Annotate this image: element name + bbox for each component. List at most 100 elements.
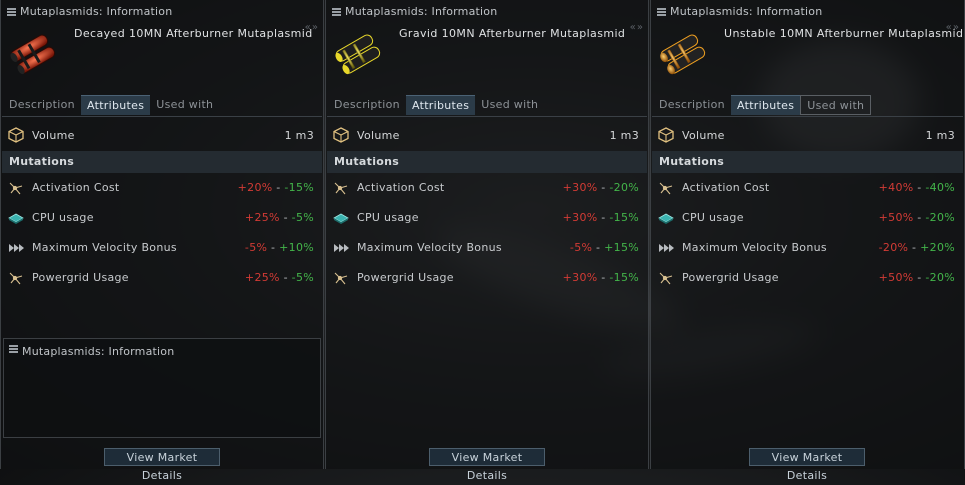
tab-bar: Description Attributes Used with bbox=[3, 95, 219, 115]
attribute-label: Activation Cost bbox=[32, 181, 120, 194]
volume-label: Volume bbox=[682, 129, 725, 142]
attribute-row: CPU usage +30% - -15% bbox=[327, 203, 647, 233]
velocity-icon bbox=[9, 244, 24, 252]
attribute-range: +25% - -5% bbox=[244, 211, 314, 224]
attribute-label: Powergrid Usage bbox=[357, 271, 454, 284]
mutaplasmid-icon bbox=[10, 34, 56, 75]
tab-attributes[interactable]: Attributes bbox=[405, 95, 476, 115]
attribute-row: Maximum Velocity Bonus -5% - +10% bbox=[2, 233, 322, 263]
attributes-list: Volume 1 m3 Mutations Activation Cost +3… bbox=[327, 116, 647, 293]
attribute-range: -5% - +15% bbox=[569, 241, 639, 254]
velocity-icon bbox=[659, 244, 674, 252]
volume-row: Volume 1 m3 bbox=[2, 117, 322, 151]
attribute-row: Powergrid Usage +25% - -5% bbox=[2, 263, 322, 293]
powergrid-icon bbox=[334, 272, 348, 285]
window-menu-icon[interactable] bbox=[657, 8, 666, 16]
attribute-range: -20% - +20% bbox=[878, 241, 955, 254]
tab-attributes[interactable]: Attributes bbox=[730, 95, 801, 115]
volume-value: 1 m3 bbox=[609, 129, 639, 142]
mutations-header: Mutations bbox=[652, 151, 963, 173]
attribute-range: +30% - -20% bbox=[562, 181, 639, 194]
window-menu-icon[interactable] bbox=[332, 8, 341, 16]
volume-icon bbox=[8, 127, 24, 143]
tab-bar: Description Attributes Used with bbox=[653, 95, 872, 115]
attribute-label: Maximum Velocity Bonus bbox=[682, 241, 827, 254]
volume-row: Volume 1 m3 bbox=[327, 117, 647, 151]
powergrid-icon bbox=[659, 272, 673, 285]
tab-used-with[interactable]: Used with bbox=[800, 95, 872, 115]
tab-used-with[interactable]: Used with bbox=[150, 95, 219, 115]
window-title: Mutaplasmids: Information bbox=[345, 5, 498, 18]
view-market-details-button[interactable]: View Market Details bbox=[749, 448, 865, 482]
tab-bar: Description Attributes Used with bbox=[328, 95, 544, 115]
attribute-row: CPU usage +25% - -5% bbox=[2, 203, 322, 233]
attribute-range: +25% - -5% bbox=[244, 271, 314, 284]
mutaplasmid-icon bbox=[660, 34, 706, 75]
mutations-header: Mutations bbox=[2, 151, 322, 173]
window-titlebar[interactable]: Mutaplasmids: Information bbox=[651, 4, 964, 20]
view-market-details-button[interactable]: View Market Details bbox=[104, 448, 220, 482]
window-title: Mutaplasmids: Information bbox=[20, 5, 173, 18]
attribute-row: Maximum Velocity Bonus -20% - +20% bbox=[652, 233, 963, 263]
activation-cost-icon bbox=[9, 182, 23, 195]
mutations-header: Mutations bbox=[327, 151, 647, 173]
item-name: Gravid 10MN Afterburner Mutaplasmid bbox=[399, 27, 626, 40]
activation-cost-icon bbox=[659, 182, 673, 195]
attributes-list: Volume 1 m3 Mutations Activation Cost +2… bbox=[2, 116, 322, 293]
volume-icon bbox=[333, 127, 349, 143]
tab-description[interactable]: Description bbox=[3, 95, 81, 115]
attributes-list: Volume 1 m3 Mutations Activation Cost +4… bbox=[652, 116, 963, 293]
tab-attributes[interactable]: Attributes bbox=[80, 95, 151, 115]
attribute-row: Activation Cost +20% - -15% bbox=[2, 173, 322, 203]
window-menu-icon[interactable] bbox=[7, 8, 16, 16]
cpu-icon bbox=[658, 213, 674, 224]
attribute-range: +40% - -40% bbox=[878, 181, 955, 194]
volume-icon bbox=[658, 127, 674, 143]
window-menu-icon[interactable] bbox=[9, 345, 18, 353]
activation-cost-icon bbox=[334, 182, 348, 195]
volume-label: Volume bbox=[32, 129, 75, 142]
window-titlebar[interactable]: Mutaplasmids: Information bbox=[1, 4, 323, 20]
attribute-label: CPU usage bbox=[32, 211, 94, 224]
attribute-label: CPU usage bbox=[357, 211, 419, 224]
attribute-row: Maximum Velocity Bonus -5% - +15% bbox=[327, 233, 647, 263]
attribute-label: Maximum Velocity Bonus bbox=[32, 241, 177, 254]
mutaplasmid-icon bbox=[335, 34, 381, 75]
attribute-row: CPU usage +50% - -20% bbox=[652, 203, 963, 233]
attribute-range: +20% - -15% bbox=[237, 181, 314, 194]
velocity-icon bbox=[334, 244, 349, 252]
volume-row: Volume 1 m3 bbox=[652, 117, 963, 151]
view-market-details-button[interactable]: View Market Details bbox=[429, 448, 545, 482]
collapse-icon[interactable]: « » bbox=[630, 22, 643, 33]
info-window-gravid: Mutaplasmids: Information « » Gravid 10M… bbox=[325, 0, 649, 482]
attribute-label: CPU usage bbox=[682, 211, 744, 224]
item-name: Decayed 10MN Afterburner Mutaplasmid bbox=[74, 27, 313, 40]
collapsed-info-window[interactable]: Mutaplasmids: Information bbox=[3, 338, 321, 438]
info-window-decayed: Mutaplasmids: Information « » Decayed 10… bbox=[0, 0, 324, 482]
attribute-range: +50% - -20% bbox=[878, 271, 955, 284]
attribute-range: +30% - -15% bbox=[562, 271, 639, 284]
attribute-label: Maximum Velocity Bonus bbox=[357, 241, 502, 254]
volume-label: Volume bbox=[357, 129, 400, 142]
attribute-range: +30% - -15% bbox=[562, 211, 639, 224]
attribute-row: Activation Cost +40% - -40% bbox=[652, 173, 963, 203]
tab-description[interactable]: Description bbox=[328, 95, 406, 115]
cpu-icon bbox=[333, 213, 349, 224]
attribute-label: Activation Cost bbox=[357, 181, 445, 194]
attribute-range: -5% - +10% bbox=[244, 241, 314, 254]
item-name: Unstable 10MN Afterburner Mutaplasmid bbox=[724, 27, 964, 40]
window-titlebar[interactable]: Mutaplasmids: Information bbox=[326, 4, 648, 20]
tab-description[interactable]: Description bbox=[653, 95, 731, 115]
attribute-row: Powergrid Usage +50% - -20% bbox=[652, 263, 963, 293]
volume-value: 1 m3 bbox=[284, 129, 314, 142]
volume-value: 1 m3 bbox=[925, 129, 955, 142]
window-title: Mutaplasmids: Information bbox=[670, 5, 823, 18]
tab-used-with[interactable]: Used with bbox=[475, 95, 544, 115]
attribute-label: Activation Cost bbox=[682, 181, 770, 194]
cpu-icon bbox=[8, 213, 24, 224]
attribute-label: Powergrid Usage bbox=[32, 271, 129, 284]
info-window-unstable: Mutaplasmids: Information « » Unstable 1… bbox=[650, 0, 965, 482]
attribute-label: Powergrid Usage bbox=[682, 271, 779, 284]
attribute-row: Activation Cost +30% - -20% bbox=[327, 173, 647, 203]
attribute-row: Powergrid Usage +30% - -15% bbox=[327, 263, 647, 293]
